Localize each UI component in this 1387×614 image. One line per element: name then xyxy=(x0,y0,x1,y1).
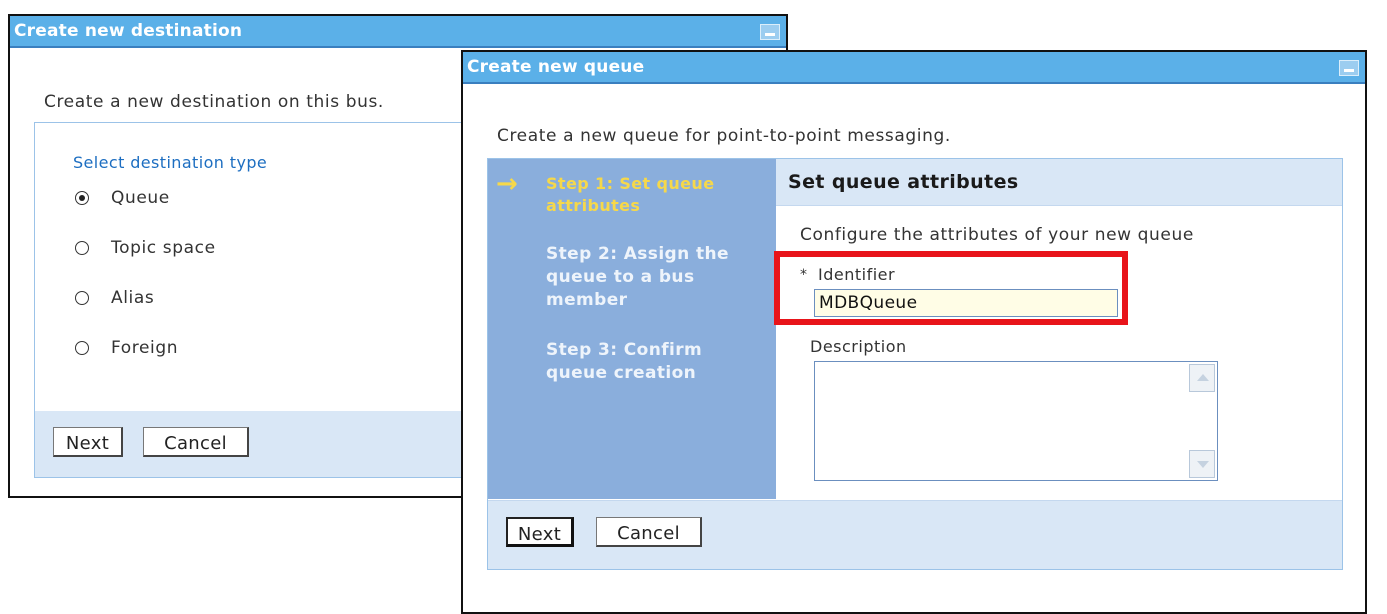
wizard-step-3: Step 3: Confirm queue creation xyxy=(546,340,703,383)
dest-dialog-intro: Create a new destination on this bus. xyxy=(44,92,384,112)
queue-dialog-intro: Create a new queue for point-to-point me… xyxy=(497,126,951,146)
dest-dialog-footer: Next Cancel xyxy=(35,411,495,477)
minimize-icon[interactable] xyxy=(1339,60,1359,76)
queue-dialog-title: Create new queue xyxy=(467,57,645,77)
create-queue-dialog: Create new queue Create a new queue for … xyxy=(461,50,1367,614)
identifier-label: Identifier xyxy=(818,265,896,284)
description-label: Description xyxy=(810,337,907,356)
identifier-input[interactable]: MDBQueue xyxy=(814,289,1118,317)
radio-button-topic-space[interactable] xyxy=(75,241,89,255)
wizard-steps-panel: → Step 1: Set queue attributes Step 2: A… xyxy=(488,159,776,499)
queue-wizard: → Step 1: Set queue attributes Step 2: A… xyxy=(487,158,1343,570)
radio-label-foreign: Foreign xyxy=(111,338,179,358)
queue-dialog-footer: Next Cancel xyxy=(488,500,1342,569)
required-marker: * xyxy=(800,267,807,283)
radio-button-queue[interactable] xyxy=(75,191,89,205)
section-header: Set queue attributes xyxy=(776,159,1342,206)
section-title: Set queue attributes xyxy=(788,171,1019,193)
dest-next-button[interactable]: Next xyxy=(53,427,123,457)
dest-dialog-titlebar[interactable]: Create new destination xyxy=(10,16,786,48)
queue-next-button[interactable]: Next xyxy=(506,517,574,547)
minimize-icon[interactable] xyxy=(760,24,780,40)
radio-button-alias[interactable] xyxy=(75,291,89,305)
description-textarea[interactable] xyxy=(814,361,1218,481)
dest-dialog-title: Create new destination xyxy=(14,21,243,41)
radio-option-alias[interactable]: Alias xyxy=(75,285,154,311)
radio-option-topic-space[interactable]: Topic space xyxy=(75,235,216,261)
destination-type-legend: Select destination type xyxy=(73,153,268,172)
radio-option-queue[interactable]: Queue xyxy=(75,185,170,211)
scroll-up-icon[interactable] xyxy=(1189,364,1215,392)
scroll-down-icon[interactable] xyxy=(1189,450,1215,478)
radio-label-topic-space: Topic space xyxy=(111,238,216,258)
dest-cancel-button[interactable]: Cancel xyxy=(143,427,249,457)
destination-type-panel: Select destination type Queue Topic spac… xyxy=(34,122,496,478)
queue-cancel-button[interactable]: Cancel xyxy=(596,517,702,547)
current-step-arrow-icon: → xyxy=(496,169,518,199)
radio-label-alias: Alias xyxy=(111,288,155,308)
radio-option-foreign[interactable]: Foreign xyxy=(75,335,178,361)
radio-button-foreign[interactable] xyxy=(75,341,89,355)
queue-dialog-titlebar[interactable]: Create new queue xyxy=(463,52,1365,84)
radio-label-queue: Queue xyxy=(111,188,170,208)
wizard-step-1: Step 1: Set queue attributes xyxy=(546,174,715,215)
wizard-step-2: Step 2: Assign the queue to a bus member xyxy=(546,244,729,310)
section-description: Configure the attributes of your new que… xyxy=(800,225,1194,245)
